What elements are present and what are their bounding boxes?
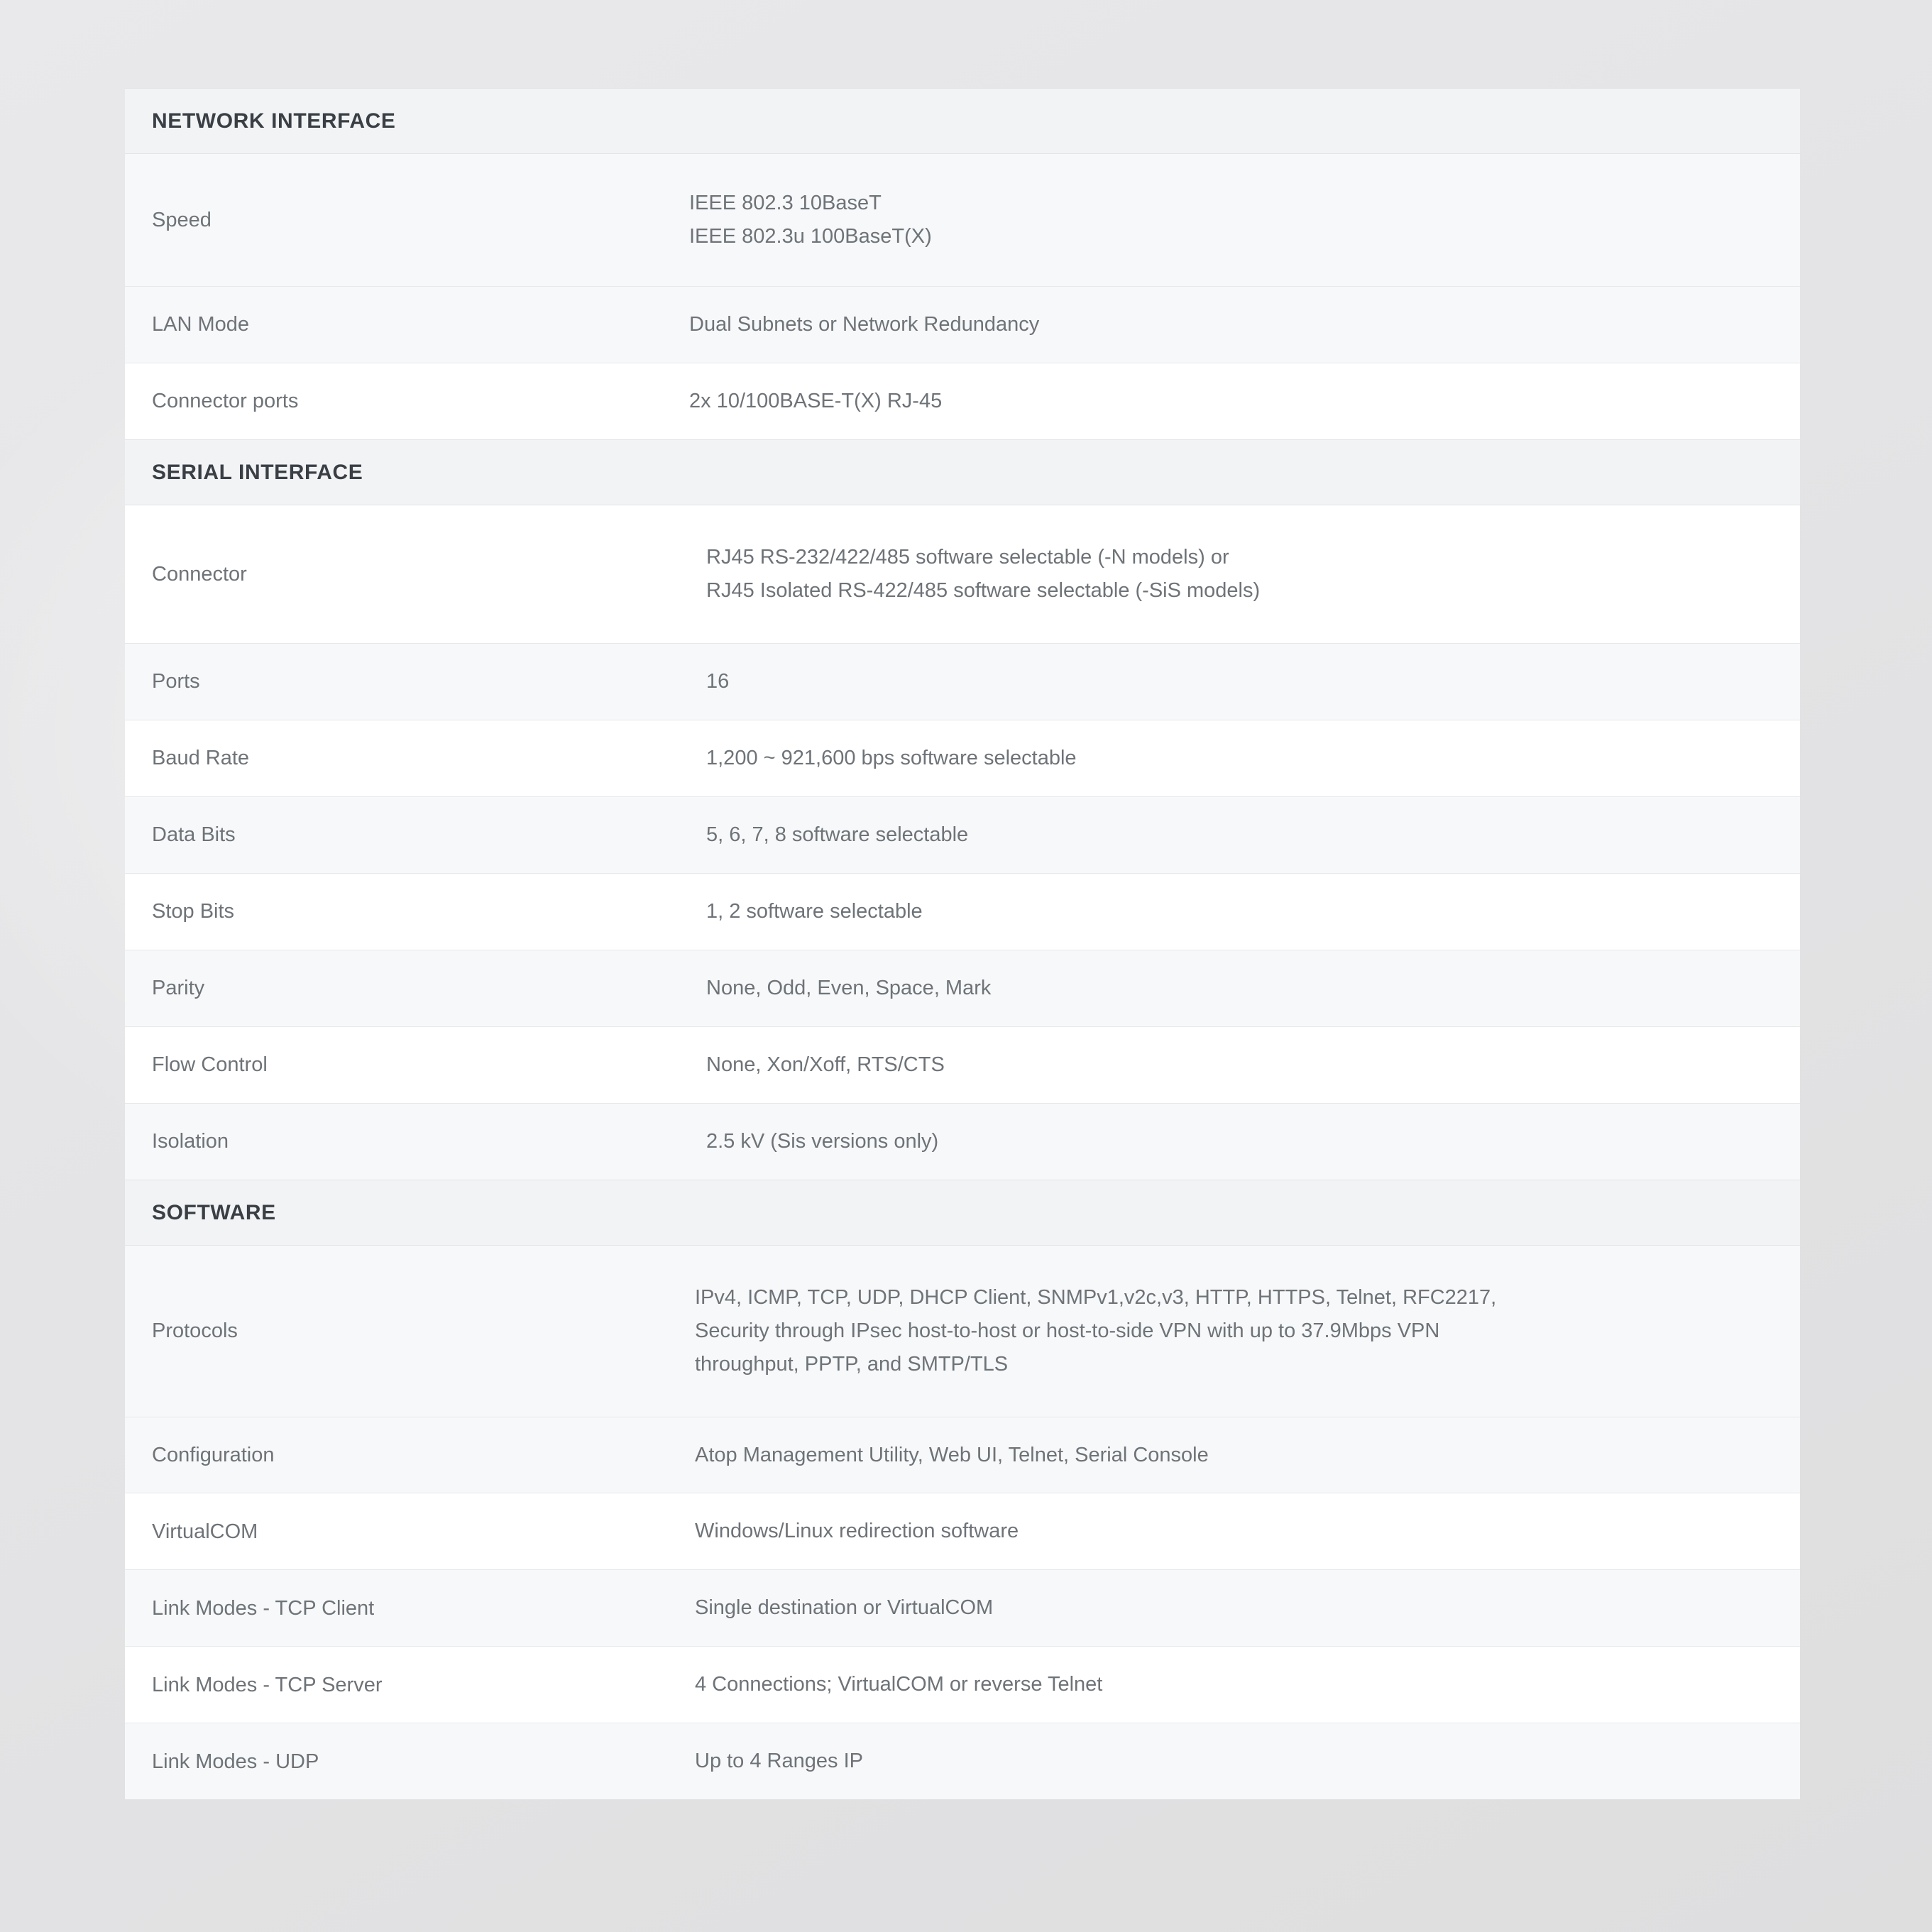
table-row: Protocols IPv4, ICMP, TCP, UDP, DHCP Cli… bbox=[125, 1244, 1800, 1417]
row-label: Protocols bbox=[125, 1244, 689, 1417]
section-header-cell: SOFTWARE bbox=[125, 1179, 1800, 1246]
table-row: Link Modes - TCP Server 4 Connections; V… bbox=[125, 1646, 1800, 1723]
table-row: Configuration Atop Management Utility, W… bbox=[125, 1416, 1800, 1493]
section-header-cell: NETWORK INTERFACE bbox=[125, 88, 1800, 154]
value-line: None, Xon/Xoff, RTS/CTS bbox=[706, 1053, 945, 1076]
row-label: Stop Bits bbox=[125, 872, 689, 950]
row-label: Ports bbox=[125, 642, 689, 720]
table-row: Baud Rate 1,200 ~ 921,600 bps software s… bbox=[125, 719, 1800, 797]
row-label: Link Modes - TCP Client bbox=[125, 1569, 689, 1647]
value-line: Up to 4 Ranges IP bbox=[695, 1750, 863, 1773]
value-line: throughput, PPTP, and SMTP/TLS bbox=[695, 1352, 1009, 1376]
section-title-text: SOFTWARE bbox=[152, 1200, 276, 1224]
section-header-cell: SERIAL INTERFACE bbox=[125, 439, 1800, 505]
table-row: Ports 16 bbox=[125, 642, 1800, 720]
row-label: LAN Mode bbox=[125, 285, 689, 363]
specification-table: NETWORK INTERFACE Speed IEEE 802.3 10Bas… bbox=[125, 88, 1800, 1800]
row-label: Speed bbox=[125, 153, 689, 287]
row-label: Connector ports bbox=[125, 362, 689, 440]
table-row: Speed IEEE 802.3 10BaseT IEEE 802.3u 100… bbox=[125, 153, 1800, 287]
value-line: 1,200 ~ 921,600 bps software selectable bbox=[706, 746, 1077, 769]
value-line: None, Odd, Even, Space, Mark bbox=[706, 976, 992, 999]
page-root: NETWORK INTERFACE Speed IEEE 802.3 10Bas… bbox=[0, 0, 1932, 1932]
value-line: IPv4, ICMP, TCP, UDP, DHCP Client, SNMPv… bbox=[695, 1285, 1497, 1309]
value-line: IEEE 802.3 10BaseT bbox=[689, 192, 882, 214]
section-header-network-interface: NETWORK INTERFACE bbox=[125, 88, 1800, 154]
table-row: Connector ports 2x 10/100BASE-T(X) RJ-45 bbox=[125, 362, 1800, 440]
row-value: 5, 6, 7, 8 software selectable bbox=[689, 796, 1800, 874]
row-label: Isolation bbox=[125, 1102, 689, 1180]
row-value: Up to 4 Ranges IP bbox=[689, 1723, 1800, 1800]
row-value: 1,200 ~ 921,600 bps software selectable bbox=[689, 719, 1800, 797]
row-value: RJ45 RS-232/422/485 software selectable … bbox=[689, 504, 1800, 644]
value-line: Single destination or VirtualCOM bbox=[695, 1596, 994, 1620]
row-value: IEEE 802.3 10BaseT IEEE 802.3u 100BaseT(… bbox=[689, 153, 1800, 287]
value-line: 5, 6, 7, 8 software selectable bbox=[706, 823, 969, 846]
section-header-software: SOFTWARE bbox=[125, 1179, 1800, 1246]
row-value: 2x 10/100BASE-T(X) RJ-45 bbox=[689, 362, 1800, 440]
row-value: IPv4, ICMP, TCP, UDP, DHCP Client, SNMPv… bbox=[689, 1244, 1800, 1417]
section-title-text: NETWORK INTERFACE bbox=[152, 109, 396, 133]
value-line: 4 Connections; VirtualCOM or reverse Tel… bbox=[695, 1673, 1103, 1696]
value-line: Security through IPsec host-to-host or h… bbox=[695, 1319, 1440, 1342]
specification-table-body: NETWORK INTERFACE Speed IEEE 802.3 10Bas… bbox=[125, 88, 1800, 1800]
row-value: 1, 2 software selectable bbox=[689, 872, 1800, 950]
value-line: RJ45 Isolated RS-422/485 software select… bbox=[706, 578, 1261, 602]
specification-card: NETWORK INTERFACE Speed IEEE 802.3 10Bas… bbox=[125, 88, 1800, 1800]
row-label: Data Bits bbox=[125, 796, 689, 874]
row-value: Dual Subnets or Network Redundancy bbox=[689, 285, 1800, 363]
value-line: RJ45 RS-232/422/485 software selectable … bbox=[706, 545, 1229, 569]
table-row: Link Modes - TCP Client Single destinati… bbox=[125, 1569, 1800, 1647]
value-line: Atop Management Utility, Web UI, Telnet,… bbox=[695, 1443, 1209, 1466]
row-label: Flow Control bbox=[125, 1026, 689, 1104]
row-label: Baud Rate bbox=[125, 719, 689, 797]
section-header-serial-interface: SERIAL INTERFACE bbox=[125, 439, 1800, 505]
row-label: Parity bbox=[125, 949, 689, 1027]
row-value: Windows/Linux redirection software bbox=[689, 1493, 1800, 1570]
value-line: 1, 2 software selectable bbox=[706, 899, 923, 923]
table-row: Parity None, Odd, Even, Space, Mark bbox=[125, 949, 1800, 1027]
table-row: VirtualCOM Windows/Linux redirection sof… bbox=[125, 1493, 1800, 1570]
value-line: 2x 10/100BASE-T(X) RJ-45 bbox=[689, 389, 943, 412]
table-row: Data Bits 5, 6, 7, 8 software selectable bbox=[125, 796, 1800, 874]
table-row: Link Modes - UDP Up to 4 Ranges IP bbox=[125, 1723, 1800, 1800]
table-row: Connector RJ45 RS-232/422/485 software s… bbox=[125, 504, 1800, 644]
table-row: LAN Mode Dual Subnets or Network Redunda… bbox=[125, 285, 1800, 363]
value-line: 2.5 kV (Sis versions only) bbox=[706, 1129, 939, 1153]
value-line: IEEE 802.3u 100BaseT(X) bbox=[689, 224, 932, 248]
row-label: Link Modes - TCP Server bbox=[125, 1646, 689, 1723]
row-label: Link Modes - UDP bbox=[125, 1723, 689, 1800]
row-value: Atop Management Utility, Web UI, Telnet,… bbox=[689, 1416, 1800, 1493]
row-value: Single destination or VirtualCOM bbox=[689, 1569, 1800, 1647]
table-row: Flow Control None, Xon/Xoff, RTS/CTS bbox=[125, 1026, 1800, 1104]
value-line: Dual Subnets or Network Redundancy bbox=[689, 312, 1040, 336]
row-value: 16 bbox=[689, 642, 1800, 720]
row-label: Configuration bbox=[125, 1416, 689, 1493]
value-line: 16 bbox=[706, 669, 730, 693]
section-title-text: SERIAL INTERFACE bbox=[152, 460, 363, 484]
row-value: 2.5 kV (Sis versions only) bbox=[689, 1102, 1800, 1180]
value-line: Windows/Linux redirection software bbox=[695, 1520, 1019, 1543]
row-value: None, Odd, Even, Space, Mark bbox=[689, 949, 1800, 1027]
row-value: None, Xon/Xoff, RTS/CTS bbox=[689, 1026, 1800, 1104]
row-label: VirtualCOM bbox=[125, 1493, 689, 1570]
table-row: Isolation 2.5 kV (Sis versions only) bbox=[125, 1102, 1800, 1180]
table-row: Stop Bits 1, 2 software selectable bbox=[125, 872, 1800, 950]
row-value: 4 Connections; VirtualCOM or reverse Tel… bbox=[689, 1646, 1800, 1723]
row-label: Connector bbox=[125, 504, 689, 644]
